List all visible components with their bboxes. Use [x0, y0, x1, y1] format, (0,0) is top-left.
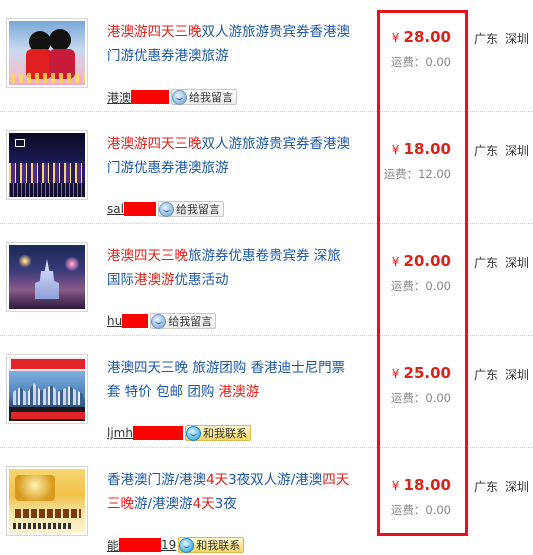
product-title-link[interactable]: 港澳四天三晚旅游券优惠卷贵宾券 深旅国际港澳游优惠活动 [107, 244, 352, 292]
price: ¥ 28.00 [371, 28, 451, 46]
product-title-link[interactable]: 港澳游四天三晚双人游旅游贵宾券香港澳门游优惠券港澳旅游 [107, 132, 352, 180]
result-row: 港澳游四天三晚双人游旅游贵宾券香港澳门游优惠券港澳旅游港澳 给我留言 ¥ 28.00… [0, 0, 533, 112]
chat-bubble-icon [179, 537, 195, 553]
result-row: 香港澳门游/港澳4天3夜双人游/港澳四天三晚游/港澳游4天3夜能 19 和我联系 ¥ … [0, 448, 533, 555]
contact-me-button[interactable]: 和我联系 [178, 537, 245, 553]
title-keyword-highlight[interactable]: 港澳游四天三晚 [107, 136, 202, 152]
action-label: 给我留言 [175, 203, 220, 216]
seller-info: ljmh 和我联系 [107, 424, 251, 442]
currency-symbol: ¥ [391, 255, 400, 269]
product-thumbnail[interactable] [6, 18, 88, 88]
seller-name-link[interactable]: 能 [107, 537, 119, 554]
shipping-fee: 运费：0.00 [390, 503, 451, 517]
price: ¥ 18.00 [371, 140, 451, 158]
seller-name-link[interactable]: hu [107, 314, 122, 328]
location-city: 深圳 [505, 480, 530, 494]
product-thumbnail[interactable] [6, 242, 88, 312]
price-amount: 18.00 [403, 140, 451, 158]
result-row: 港澳四天三晚 旅游团购 香港迪士尼門票套 特价 包邮 团购 港澳游 ljmh 和我联… [0, 336, 533, 448]
chat-bubble-icon [185, 425, 201, 441]
action-label: 给我留言 [168, 315, 213, 328]
price-amount: 18.00 [403, 476, 451, 494]
product-image [9, 357, 85, 421]
seller-location: 广东 深圳 [474, 254, 529, 271]
currency-symbol: ¥ [391, 367, 400, 381]
redaction-mark [122, 314, 149, 328]
product-title-link[interactable]: 香港澳门游/港澳4天3夜双人游/港澳四天三晚游/港澳游4天3夜 [107, 468, 352, 516]
title-keyword-highlight[interactable]: 4天 [206, 472, 228, 488]
redaction-mark [132, 426, 183, 440]
location-city: 深圳 [505, 32, 530, 46]
title-keyword-highlight[interactable]: 4天 [193, 496, 215, 512]
seller-location: 广东 深圳 [474, 30, 529, 47]
search-result-list: 港澳游四天三晚双人游旅游贵宾券香港澳门游优惠券港澳旅游 港澳 给我留言 ¥ 28.00… [0, 0, 533, 555]
seller-location: 广东 深圳 [474, 142, 529, 159]
shipping-fee: 运费：0.00 [390, 279, 451, 293]
location-province: 广东 [474, 368, 499, 382]
price: ¥ 25.00 [371, 364, 451, 382]
price: ¥ 18.00 [371, 476, 451, 494]
product-title-link[interactable]: 港澳游四天三晚双人游旅游贵宾券香港澳门游优惠券港澳旅游 [107, 20, 352, 68]
title-text[interactable]: 3夜双人游/港澳 [228, 472, 322, 488]
product-thumbnail[interactable] [6, 130, 88, 200]
location-province: 广东 [474, 480, 499, 494]
seller-name-link[interactable]: ljmh [107, 426, 133, 440]
location-province: 广东 [474, 256, 499, 270]
location-city: 深圳 [505, 256, 530, 270]
product-image [9, 21, 85, 85]
product-thumbnail[interactable] [6, 466, 88, 536]
action-label: 和我联系 [202, 427, 247, 440]
title-keyword-highlight[interactable]: 港澳游四天三晚 [107, 24, 202, 40]
leave-message-button[interactable]: 给我留言 [150, 313, 217, 329]
redaction-mark [119, 538, 162, 552]
title-text[interactable]: 游/港澳游 [134, 496, 193, 512]
location-province: 广东 [474, 32, 499, 46]
seller-info: hu 给我留言 [107, 312, 217, 330]
redaction-mark [131, 90, 170, 104]
seller-info: 港澳 给我留言 [107, 88, 238, 106]
shipping-fee: 运费：12.00 [383, 167, 451, 181]
seller-info: 能 19 和我联系 [107, 536, 245, 554]
leave-message-button[interactable]: 给我留言 [171, 89, 238, 105]
seller-name-suffix[interactable]: 19 [161, 538, 176, 552]
seller-location: 广东 深圳 [474, 366, 529, 383]
currency-symbol: ¥ [391, 143, 400, 157]
price: ¥ 20.00 [371, 252, 451, 270]
location-city: 深圳 [505, 144, 530, 158]
redaction-mark [123, 202, 156, 216]
result-row: 港澳四天三晚旅游券优惠卷贵宾券 深旅国际港澳游优惠活动 hu 给我留言 ¥ 20.00… [0, 224, 533, 336]
seller-name-link[interactable]: 港澳 [107, 89, 131, 106]
price-amount: 25.00 [403, 364, 451, 382]
shipping-fee: 运费：0.00 [390, 55, 451, 69]
location-province: 广东 [474, 144, 499, 158]
price-amount: 20.00 [403, 252, 451, 270]
seller-name-link[interactable]: sal [107, 202, 124, 216]
product-title-link[interactable]: 港澳四天三晚 旅游团购 香港迪士尼門票套 特价 包邮 团购 港澳游 [107, 356, 352, 404]
contact-me-button[interactable]: 和我联系 [184, 425, 251, 441]
leave-message-button[interactable]: 给我留言 [157, 201, 224, 217]
action-label: 和我联系 [196, 539, 241, 552]
title-keyword-highlight[interactable]: 港澳游 [134, 272, 175, 288]
title-keyword-highlight[interactable]: 港澳四天三晚 [107, 248, 188, 264]
shipping-fee: 运费：0.00 [390, 391, 451, 405]
location-city: 深圳 [505, 368, 530, 382]
seller-info: sal 给我留言 [107, 200, 224, 218]
title-keyword-highlight[interactable]: 港澳游 [219, 384, 260, 400]
price-amount: 28.00 [403, 28, 451, 46]
product-image [9, 245, 85, 309]
title-text[interactable]: 香港澳门游/港澳 [107, 472, 206, 488]
product-image [9, 469, 85, 533]
product-image [9, 133, 85, 197]
product-thumbnail[interactable] [6, 354, 88, 424]
chat-bubble-icon [151, 313, 167, 329]
result-row: 港澳游四天三晚双人游旅游贵宾券香港澳门游优惠券港澳旅游 sal 给我留言 ¥ 18.0… [0, 112, 533, 224]
title-text[interactable]: 3夜 [215, 496, 237, 512]
currency-symbol: ¥ [391, 31, 400, 45]
chat-bubble-icon [172, 89, 188, 105]
chat-bubble-icon [158, 201, 174, 217]
title-text[interactable]: 优惠活动 [175, 272, 229, 288]
currency-symbol: ¥ [391, 479, 400, 493]
action-label: 给我留言 [189, 91, 234, 104]
seller-location: 广东 深圳 [474, 478, 529, 495]
